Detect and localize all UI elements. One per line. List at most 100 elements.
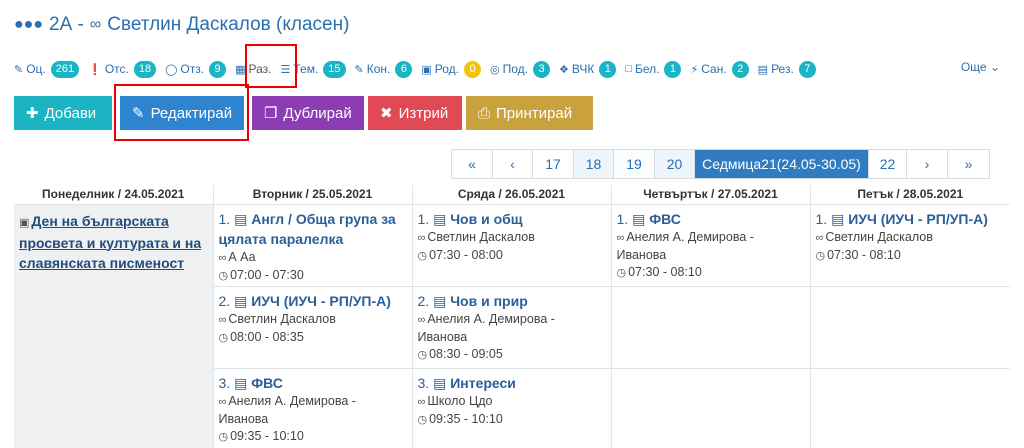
lesson-time: ◷ 08:30 - 09:05: [417, 346, 503, 361]
note-icon: □: [625, 63, 632, 75]
class-group-icon: ●●●: [14, 16, 43, 33]
lesson-cell[interactable]: 1. ▤ Англ / Обща група за цялата паралел…: [213, 204, 413, 287]
tab-sanctions[interactable]: ⚡ Сан. 2: [690, 60, 749, 78]
pager-week-18[interactable]: 18: [574, 150, 614, 178]
duplicate-button[interactable]: ❐ Дублирай: [252, 96, 364, 130]
eye-icon: ◎: [490, 63, 500, 76]
pager-current-week[interactable]: Седмица21(24.05-30.05): [695, 150, 869, 178]
pager-week-17[interactable]: 17: [533, 150, 574, 178]
lesson-time: ◷ 07:30 - 08:10: [616, 264, 702, 279]
empty-cell[interactable]: [611, 286, 811, 369]
glasses-icon: ∞: [616, 231, 625, 244]
lesson-title: 1. ▤ Чов и общ: [417, 210, 523, 227]
lesson-cell[interactable]: 1. ▤ ИУЧ (ИУЧ - РП/УП-А) ∞ Светлин Даскал…: [810, 204, 1010, 287]
lesson-title: 3. ▤ Интереси: [417, 374, 516, 391]
close-icon: ✖: [380, 105, 393, 122]
tab-support[interactable]: ◎ Под. 3: [490, 60, 550, 78]
lesson-cell[interactable]: 3. ▤ Интереси ∞ Школо Цдо ◷ 09:35 - 10:10: [412, 368, 612, 448]
glasses-icon: ∞: [417, 395, 426, 408]
lesson-time: ◷ 07:00 - 07:30: [218, 267, 304, 282]
highlight-box-edit-button: [114, 84, 249, 141]
pencil-icon: ✎: [14, 63, 24, 76]
glasses-icon: ∞: [218, 395, 227, 408]
printer-icon: ⎙: [478, 104, 491, 122]
table-icon: ▦: [235, 63, 246, 76]
count-badge: 3: [533, 60, 550, 78]
pager-next[interactable]: ›: [907, 150, 948, 178]
calendar-check-icon: ▣: [421, 63, 432, 76]
action-toolbar: ✚ Добави ✎ Редактирай ❐ Дублирай ✖ Изтрий ⎙ П…: [14, 96, 593, 130]
pager-last[interactable]: »: [948, 150, 989, 178]
pager-first[interactable]: «: [452, 150, 493, 178]
glasses-icon: ∞: [218, 251, 227, 264]
day-header-wednesday: Сряда / 26.05.2021: [412, 185, 612, 205]
lesson-teacher: ∞ Школо Цдо: [417, 393, 493, 408]
pager-week-20[interactable]: 20: [655, 150, 695, 178]
more-dropdown[interactable]: Още ⌄: [961, 60, 1000, 74]
lesson-title: 2. ▤ Чов и прир: [417, 292, 528, 309]
handshake-icon: ❖: [559, 63, 569, 76]
clock-icon: ◷: [417, 249, 428, 262]
empty-cell[interactable]: [810, 286, 1010, 369]
count-badge: 9: [209, 60, 227, 78]
tab-absences[interactable]: ❗ Отс. 18: [88, 60, 157, 78]
lesson-teacher: ∞ Анелия А. Демирова - Иванова: [616, 229, 754, 262]
lesson-cell[interactable]: 3. ▤ ФВС ∞ Анелия А. Демирова - Иванова ◷…: [213, 368, 413, 448]
lesson-time: ◷ 08:00 - 08:35: [218, 329, 304, 344]
teacher-name: Светлин Даскалов (класен): [107, 14, 350, 35]
book-icon: ▤: [433, 210, 447, 227]
add-button[interactable]: ✚ Добави: [14, 96, 112, 130]
clock-icon: ◷: [218, 269, 229, 282]
lesson-cell[interactable]: 2. ▤ Чов и прир ∞ Анелия А. Демирова - Ив…: [412, 286, 612, 369]
count-badge: 1: [599, 60, 617, 78]
count-badge: 2: [731, 60, 749, 78]
lesson-cell[interactable]: 1. ▤ Чов и общ ∞ Светлин Даскалов ◷ 07:30 …: [412, 204, 612, 287]
lesson-teacher: ∞ А Аа: [218, 249, 256, 264]
glasses-icon: ∞: [815, 231, 824, 244]
book-icon: ▤: [234, 292, 248, 309]
pager-week-22[interactable]: 22: [869, 150, 907, 178]
glasses-icon: ∞: [218, 313, 227, 326]
pager-prev[interactable]: ‹: [493, 150, 533, 178]
report-icon: ▤: [757, 63, 769, 76]
tab-tests[interactable]: ✎ Кон. 6: [355, 60, 413, 78]
book-icon: ▤: [433, 292, 447, 309]
count-badge: 7: [798, 60, 816, 78]
lesson-cell[interactable]: 1. ▤ ФВС ∞ Анелия А. Демирова - Иванова ◷…: [611, 204, 811, 287]
lesson-teacher: ∞ Светлин Даскалов: [815, 229, 933, 244]
lesson-title: 1. ▤ ИУЧ (ИУЧ - РП/УП-А): [815, 210, 988, 227]
count-badge: 0: [464, 60, 482, 78]
glasses-icon: ∞: [89, 16, 102, 33]
tab-results[interactable]: ▤ Рез. 7: [757, 60, 816, 78]
book-icon: ▤: [234, 210, 248, 227]
tab-vchk[interactable]: ❖ ВЧК 1: [559, 60, 617, 78]
pager-week-19[interactable]: 19: [614, 150, 655, 178]
clock-icon: ◷: [417, 348, 428, 361]
delete-button[interactable]: ✖ Изтрий: [368, 96, 462, 130]
glasses-icon: ∞: [417, 231, 426, 244]
empty-cell[interactable]: [810, 368, 1010, 448]
page-title: ●●● 2А - ∞ Светлин Даскалов (класен): [14, 14, 349, 36]
lesson-title: 1. ▤ Англ / Обща група за цялата паралел…: [218, 210, 396, 247]
empty-cell[interactable]: [611, 368, 811, 448]
award-icon: ◯: [165, 63, 178, 76]
lesson-teacher: ∞ Светлин Даскалов: [218, 311, 336, 326]
count-badge: 6: [395, 60, 413, 78]
day-header-friday: Петък / 28.05.2021: [810, 185, 1010, 205]
tab-notes[interactable]: □ Бел. 1: [625, 60, 682, 78]
tab-remarks[interactable]: ◯ Отз. 9: [165, 60, 227, 78]
count-badge: 261: [50, 60, 80, 78]
lesson-cell[interactable]: 2. ▤ ИУЧ (ИУЧ - РП/УП-А) ∞ Светлин Даскал…: [213, 286, 413, 369]
lesson-time: ◷ 09:35 - 10:10: [417, 411, 503, 426]
book-icon: ▤: [234, 374, 248, 391]
count-badge: 1: [664, 60, 682, 78]
alert-icon: ❗: [88, 63, 102, 76]
calendar-star-icon: ▣: [19, 216, 30, 229]
book-icon: ▤: [433, 374, 447, 391]
tab-grades[interactable]: ✎ Оц. 261: [14, 60, 80, 78]
bolt-icon: ⚡: [690, 63, 699, 76]
lesson-title: 3. ▤ ФВС: [218, 374, 283, 391]
print-button[interactable]: ⎙ Принтирай: [466, 96, 593, 130]
holiday-event[interactable]: ▣ Ден на българската просвета и културата…: [19, 209, 208, 273]
tab-parents[interactable]: ▣ Род. 0: [421, 60, 482, 78]
